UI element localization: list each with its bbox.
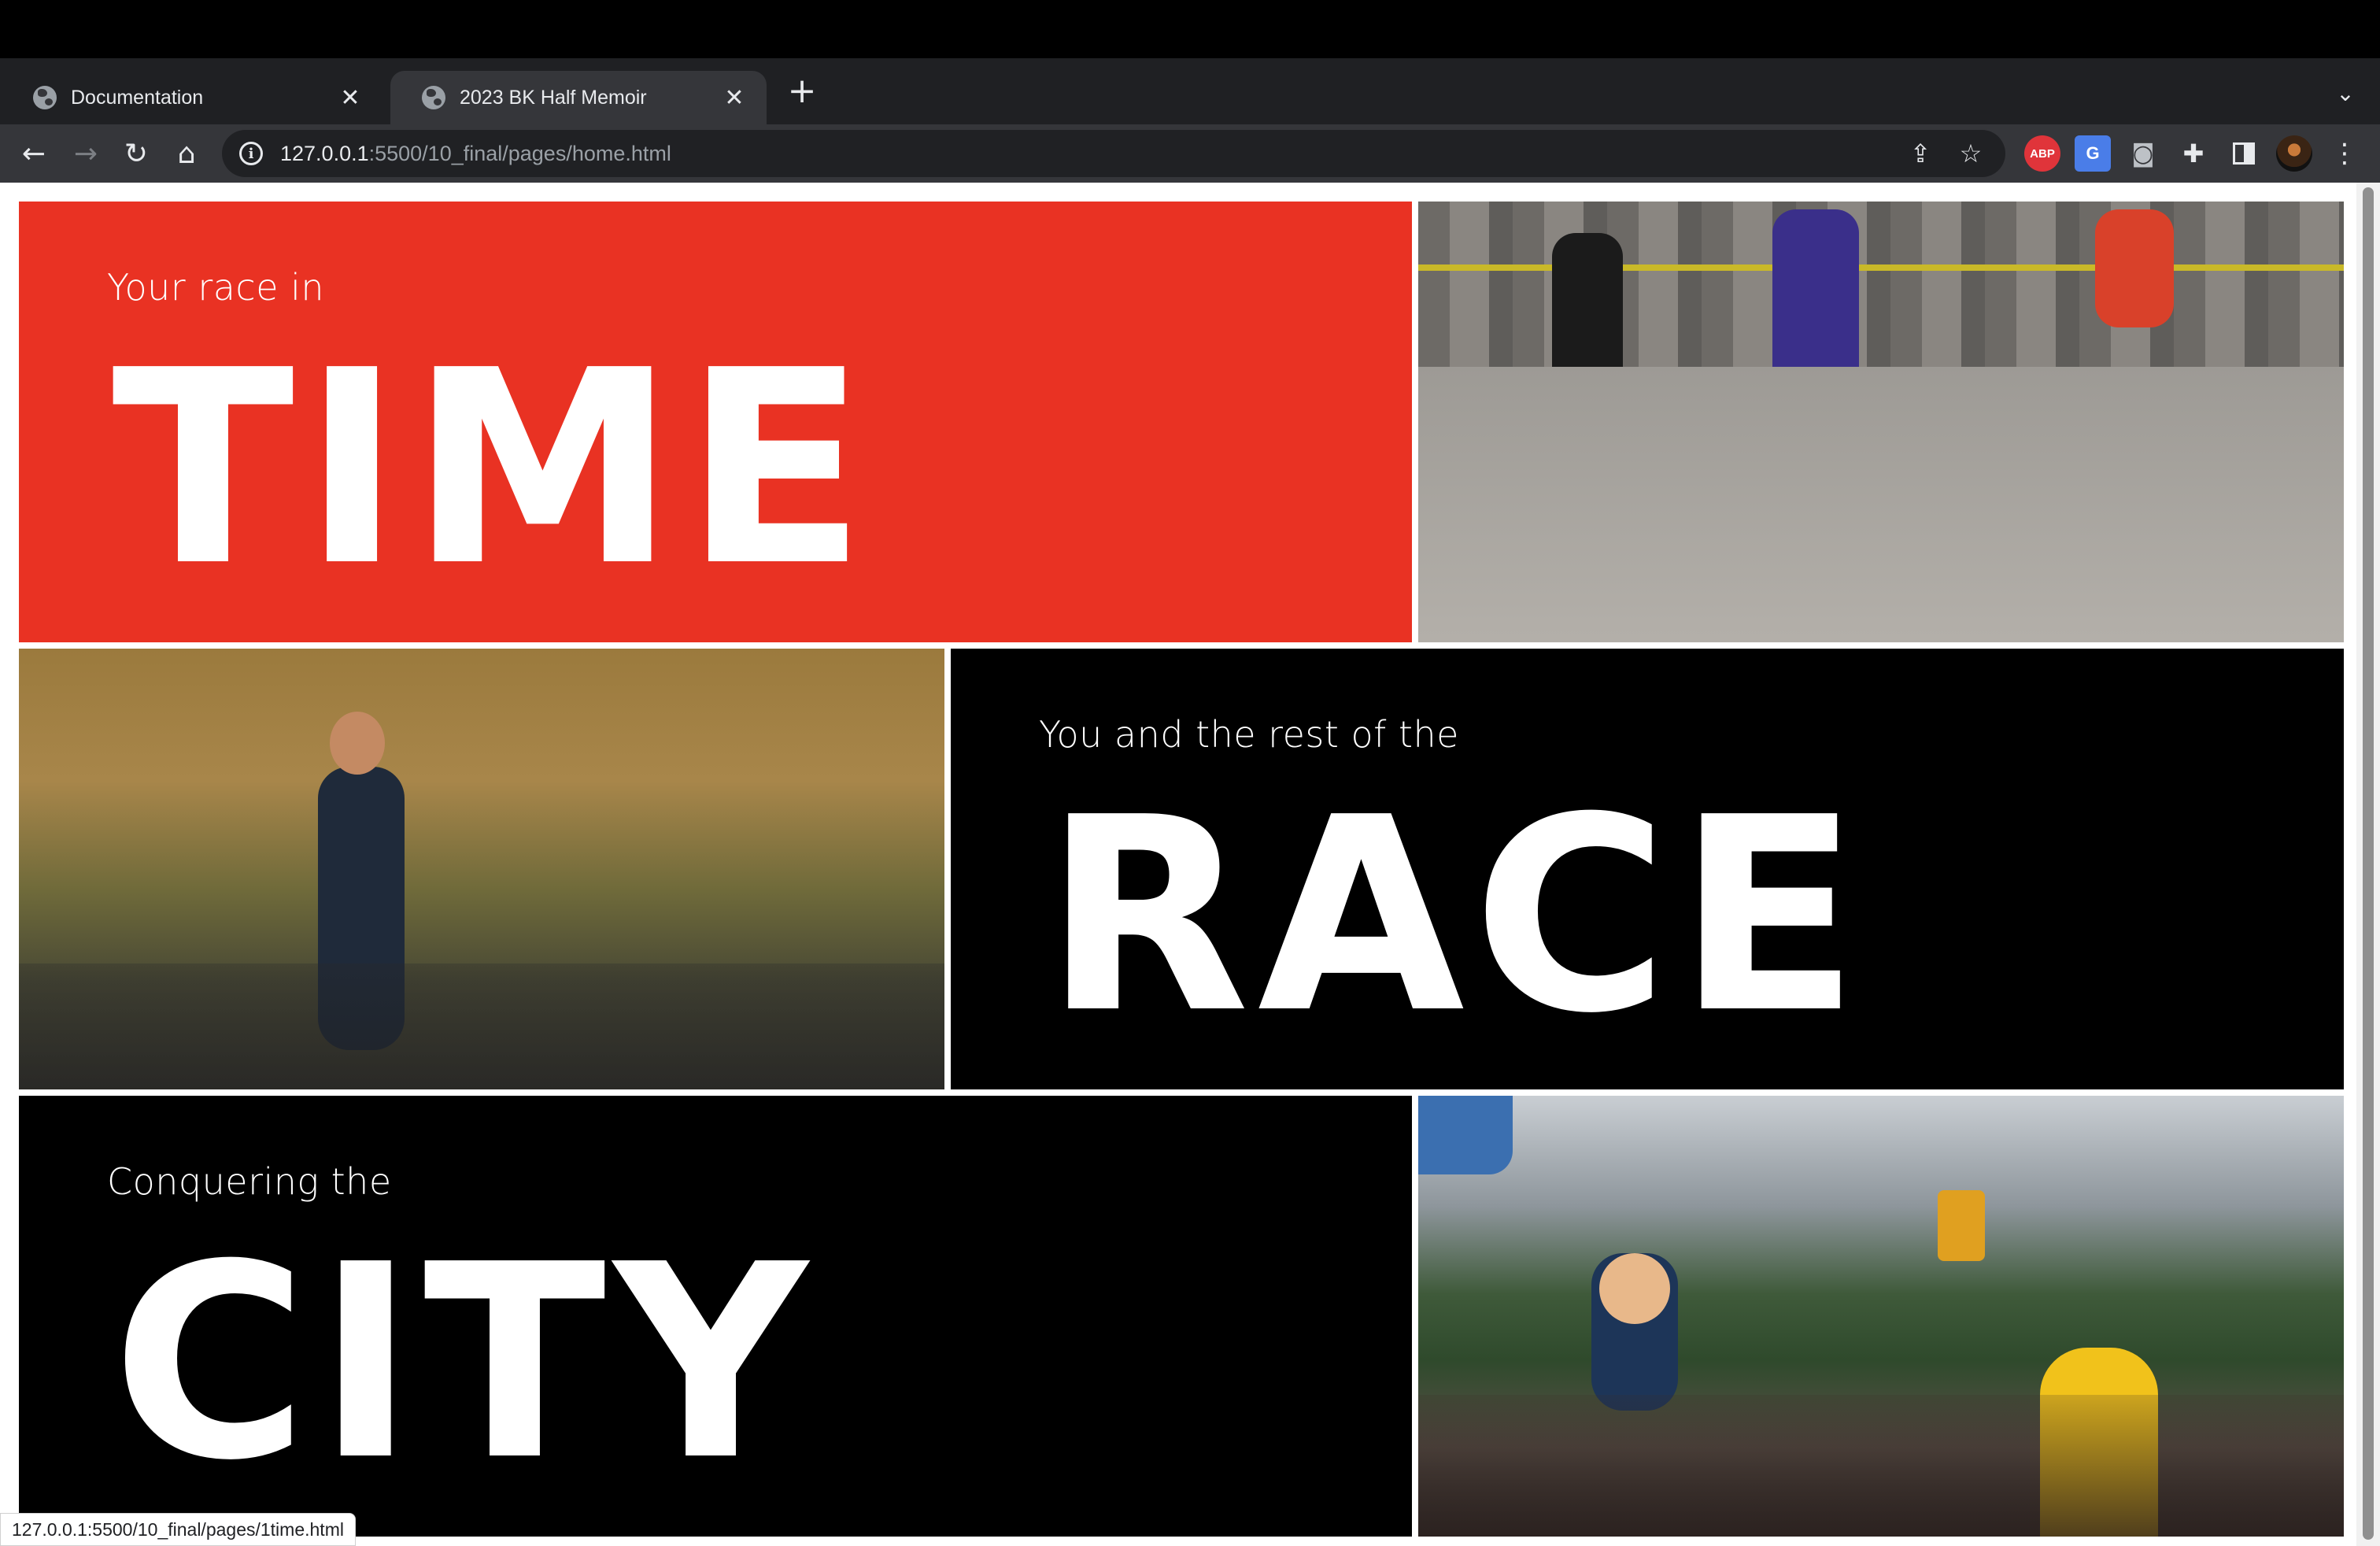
share-icon[interactable]: ⇪ [1903, 136, 1938, 171]
chevron-down-icon[interactable]: ⌄ [2330, 77, 2361, 109]
page-viewport: Your race in TIME You and the rest of th… [0, 183, 2356, 1546]
city-heading: CITY [112, 1208, 816, 1519]
window-title-bar [0, 0, 2380, 58]
camera-icon[interactable]: ◙ [2125, 135, 2161, 172]
vertical-scrollbar[interactable] [2356, 183, 2380, 1546]
link-status-bubble: 127.0.0.1:5500/10_final/pages/1time.html [0, 1513, 356, 1546]
extensions-puzzle-icon[interactable]: ✚ [2175, 135, 2212, 172]
tab-documentation[interactable]: Documentation ✕ [2, 71, 382, 124]
back-button[interactable]: ← [14, 134, 54, 173]
city-panel[interactable]: Conquering the CITY [19, 1096, 1412, 1537]
tab-title: 2023 BK Half Memoir [460, 86, 647, 109]
tab-bk-half-memoir[interactable]: 2023 BK Half Memoir ✕ [390, 71, 767, 124]
runners-photo [1418, 202, 2344, 642]
bookmark-star-icon[interactable]: ☆ [1953, 136, 1988, 171]
profile-avatar[interactable] [2276, 135, 2312, 172]
park-runner-photo [19, 649, 944, 1089]
forward-button[interactable]: → [66, 134, 105, 173]
time-heading: TIME [112, 313, 875, 625]
race-lead-text: You and the rest of the [1039, 713, 1459, 756]
globe-icon [33, 86, 57, 109]
tab-strip: Documentation ✕ 2023 BK Half Memoir ✕ [0, 58, 2380, 124]
close-icon[interactable]: ✕ [721, 84, 748, 112]
reload-button[interactable]: ↻ [116, 134, 156, 173]
side-panel-icon[interactable] [2226, 135, 2262, 172]
tab-title: Documentation [71, 86, 204, 109]
city-lead-text: Conquering the [107, 1160, 392, 1203]
time-panel[interactable]: Your race in TIME [19, 202, 1412, 642]
address-url: 127.0.0.1:5500/10_final/pages/home.html [280, 141, 671, 165]
address-bar[interactable]: i 127.0.0.1:5500/10_final/pages/home.htm… [222, 130, 2005, 177]
translate-extension-icon[interactable]: G [2075, 135, 2111, 172]
info-icon[interactable]: i [239, 142, 263, 165]
home-button[interactable]: ⌂ [167, 134, 206, 173]
browser-toolbar: ← → ↻ ⌂ i 127.0.0.1:5500/10_final/pages/… [0, 124, 2380, 183]
menu-kebab-icon[interactable]: ⋮ [2326, 135, 2363, 172]
time-lead-text: Your race in [107, 266, 325, 309]
adblock-extension-icon[interactable]: ABP [2024, 135, 2060, 172]
new-tab-button[interactable]: + [784, 71, 820, 111]
globe-icon [422, 86, 445, 109]
crowd-photo [1418, 1096, 2344, 1537]
scrollbar-thumb[interactable] [2363, 187, 2374, 1540]
close-icon[interactable]: ✕ [337, 84, 364, 112]
race-heading: RACE [1044, 760, 1868, 1072]
race-panel[interactable]: You and the rest of the RACE [951, 649, 2344, 1089]
